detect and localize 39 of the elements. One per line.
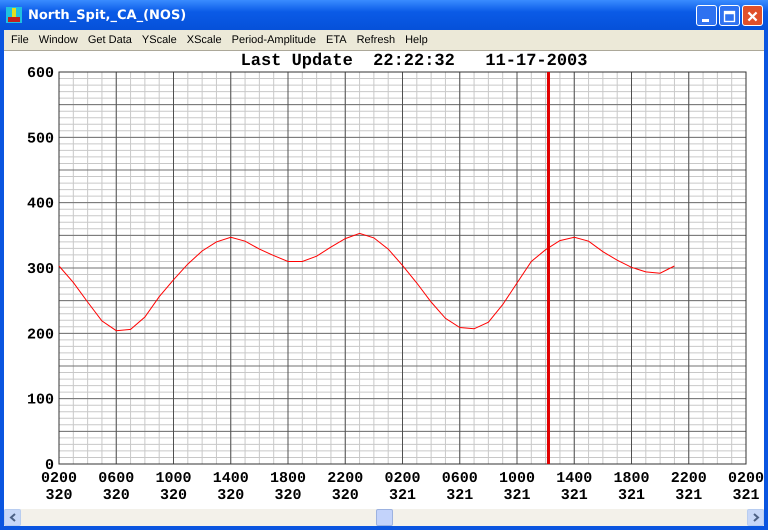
y-axis-label: 100 — [26, 392, 54, 409]
menu-item[interactable]: ETA — [320, 34, 352, 46]
x-axis-label: 0200 320 — [41, 470, 77, 504]
y-axis-label: 200 — [26, 326, 54, 344]
x-axis-label: 2200 320 — [327, 470, 364, 504]
scroll-right-button[interactable] — [747, 509, 764, 526]
menu-item[interactable]: Get Data — [82, 34, 137, 46]
x-axis-label: 1400 321 — [556, 470, 592, 504]
x-axis-label: 1000 320 — [156, 470, 192, 504]
x-axis-label: 0200 321 — [384, 470, 420, 504]
scroll-left-button[interactable] — [4, 509, 21, 526]
menu-item[interactable]: File — [6, 34, 34, 46]
minimize-icon — [702, 18, 709, 22]
maximize-button[interactable] — [719, 4, 740, 26]
x-axis-label: 1800 320 — [270, 470, 306, 504]
window-title: North_Spit,_CA_(NOS) — [28, 8, 188, 22]
minimize-button[interactable] — [696, 4, 717, 26]
menu-item[interactable]: XScale — [182, 34, 227, 46]
menu-item[interactable]: Period-Amplitude — [226, 34, 321, 46]
y-axis-label: 400 — [26, 196, 54, 213]
y-axis-label: 600 — [26, 65, 54, 82]
y-axis-label: 500 — [26, 130, 54, 148]
close-button[interactable] — [742, 4, 763, 26]
horizontal-scrollbar[interactable] — [4, 509, 764, 526]
x-axis-label: 0600 320 — [98, 470, 134, 504]
menu-item[interactable]: Refresh — [352, 34, 400, 46]
x-axis-label: 2200 321 — [670, 470, 707, 504]
app-icon — [6, 7, 22, 23]
x-axis-label: 0200 321 — [728, 470, 764, 504]
scroll-thumb[interactable] — [376, 509, 392, 526]
x-axis-label: 1000 321 — [499, 470, 535, 504]
menu-item[interactable]: Window — [34, 34, 83, 46]
x-axis-label: 1400 320 — [212, 470, 249, 504]
x-axis-label: 1800 321 — [614, 470, 650, 504]
chart-title: Last Update 22:22:32 11-17-2003 — [240, 52, 588, 71]
y-axis-label: 300 — [26, 261, 54, 278]
menu-item[interactable]: Help — [400, 34, 433, 46]
x-axis-label: 0600 321 — [442, 470, 478, 504]
menu-item[interactable]: YScale — [136, 34, 182, 46]
